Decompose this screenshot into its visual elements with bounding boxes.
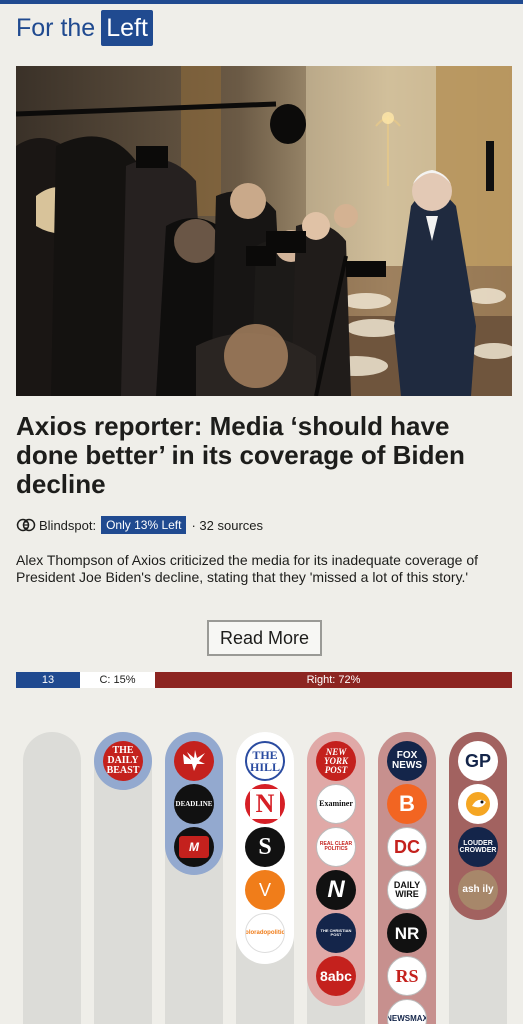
daily-wire-name: DAILY WIRE [393, 880, 421, 899]
christian-post-name: THE CHRISTIAN POST [320, 928, 352, 937]
press-gaggle-photo-icon [16, 66, 512, 396]
newsnation-logo-icon[interactable]: N [245, 784, 285, 824]
blindspot-label: Blindspot: [39, 517, 97, 533]
eagle-logo-icon[interactable] [174, 741, 214, 781]
bias-center-segment: C: 15% [80, 672, 155, 688]
louder-crowder-name: LOUDER CROWDER [459, 840, 497, 854]
national-review-name: NR [394, 923, 420, 943]
story-photo[interactable] [16, 66, 512, 396]
gateway-pundit-logo-icon[interactable]: GP [458, 741, 498, 781]
heading-tag[interactable]: Left [101, 10, 153, 46]
deadline-name: DEADLINE [175, 799, 213, 808]
national-review-logo-icon[interactable]: NR [387, 913, 427, 953]
deadline-logo-icon[interactable]: DEADLINE [174, 784, 214, 824]
n-name: N [327, 876, 345, 903]
ny-post-name: NEW YORK POST [323, 746, 348, 775]
fox-news-name: FOX NEWS [392, 750, 422, 771]
daily-caller-name: DC [394, 837, 420, 857]
8abc-logo-icon[interactable]: 8abc [316, 956, 356, 996]
blindspot-badge: Only 13% Left [101, 516, 187, 534]
s-name: S [258, 834, 272, 860]
daily-wire-logo-icon[interactable]: DAILY WIRE [387, 870, 427, 910]
v-logo-icon[interactable]: V [245, 870, 285, 910]
avatar-name: ash ily [462, 884, 494, 895]
story-meta: Blindspot: Only 13% Left · 32 sources [16, 515, 263, 535]
breitbart-name: B [399, 791, 415, 816]
story-title[interactable]: Axios reporter: Media ‘should have done … [16, 412, 512, 499]
column-far-left [23, 732, 81, 1024]
source-bias-columns: THE DAILY BEAST DEADLINE M THE HILL N S … [0, 732, 523, 1024]
n-logo-icon[interactable]: N [316, 870, 356, 910]
louder-crowder-logo-icon[interactable]: LOUDER CROWDER [458, 827, 498, 867]
s-logo-icon[interactable]: S [245, 827, 285, 867]
breitbart-logo-icon[interactable]: B [387, 784, 427, 824]
heading-prefix: For the [16, 13, 96, 42]
bird-logo-icon[interactable] [458, 784, 498, 824]
section-heading: For the Left [16, 8, 153, 48]
rs-logo-icon[interactable]: RS [387, 956, 427, 996]
rs-name: RS [395, 966, 419, 986]
bias-right-segment: Right: 72% [155, 672, 512, 688]
christian-post-logo-icon[interactable]: THE CHRISTIAN POST [316, 913, 356, 953]
m-logo-icon[interactable]: M [174, 827, 214, 867]
examiner-logo-icon[interactable]: Examiner [316, 784, 356, 824]
gateway-pundit-name: GP [464, 751, 491, 771]
the-hill-logo-icon[interactable]: THE HILL [245, 741, 285, 781]
8abc-name: 8abc [320, 968, 352, 984]
v-name: V [258, 880, 271, 900]
real-clear-politics-name: REAL CLEAR POLITICS [319, 841, 353, 852]
ny-post-logo-icon[interactable]: NEW YORK POST [316, 741, 356, 781]
daily-beast-logo-icon[interactable]: THE DAILY BEAST [103, 741, 143, 781]
source-count[interactable]: · 32 sources [191, 518, 263, 533]
daily-caller-logo-icon[interactable]: DC [387, 827, 427, 867]
real-clear-politics-logo-icon[interactable]: REAL CLEAR POLITICS [316, 827, 356, 867]
colorado-politics-name: coloradopolitics [245, 930, 285, 936]
story-summary: Alex Thompson of Axios criticized the me… [16, 552, 478, 585]
the-hill-name: THE HILL [249, 748, 280, 774]
m-name: M [179, 836, 209, 858]
bias-distribution-bar[interactable]: 13 C: 15% Right: 72% [16, 672, 512, 688]
avatar-logo-icon[interactable]: ash ily [458, 870, 498, 910]
examiner-name: Examiner [319, 799, 353, 808]
newsmax-name: NEWSMAX [387, 1014, 427, 1023]
newsnation-name: N [250, 789, 280, 819]
blindspot-icon [16, 518, 36, 532]
fox-news-logo-icon[interactable]: FOX NEWS [387, 741, 427, 781]
top-accent-bar [0, 0, 523, 4]
bias-left-segment: 13 [16, 672, 80, 688]
read-more-button[interactable]: Read More [207, 620, 322, 656]
daily-beast-name: THE DAILY BEAST [106, 745, 140, 776]
colorado-politics-logo-icon[interactable]: coloradopolitics [245, 913, 285, 953]
